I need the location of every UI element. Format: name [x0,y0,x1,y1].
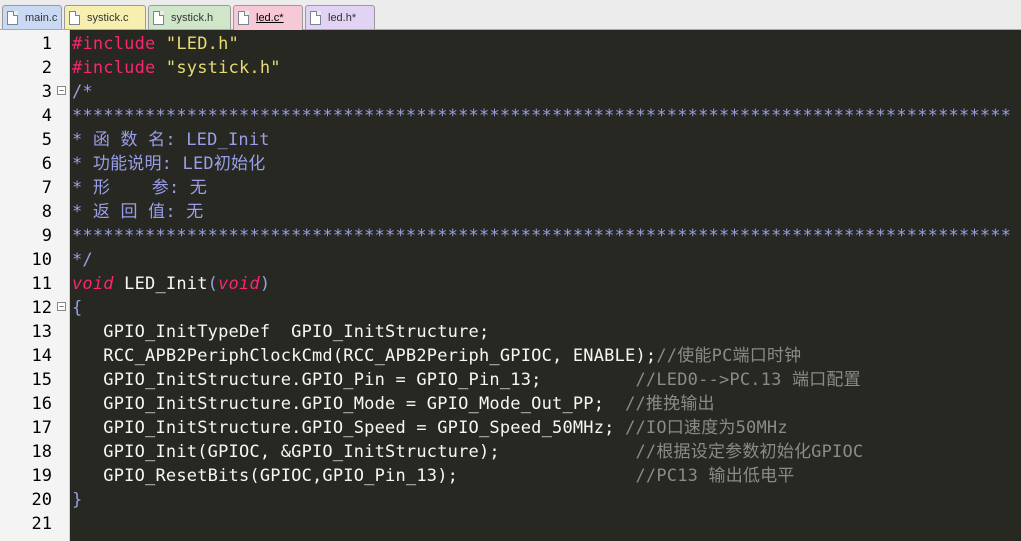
fold-toggle-icon[interactable]: − [57,302,66,311]
code-line-20: } [72,490,83,510]
line-number: 17 [31,418,52,438]
line-number: 21 [31,514,52,534]
line-number: 18 [31,442,52,462]
code-line-7: * 形 参: 无 [72,178,208,198]
code-line-15: GPIO_InitStructure.GPIO_Pin = GPIO_Pin_1… [72,370,861,390]
code-line-11: void LED_Init(void) [72,274,271,294]
file-tab-bar: main.c systick.c systick.h led.c* led.h* [0,0,1021,30]
tab-label: systick.h [171,11,214,24]
line-number: 14 [31,346,52,366]
code-editor[interactable]: #include "LED.h" #include "systick.h" /*… [72,30,1021,541]
line-number: 10 [31,250,52,270]
tab-label: led.h* [328,11,357,24]
tab-systick-h[interactable]: systick.h [148,5,231,29]
tab-main-c[interactable]: main.c [2,5,62,29]
line-number: 9 [41,226,52,246]
code-line-2: #include "systick.h" [72,58,281,78]
tab-label: main.c [25,11,58,24]
line-number: 7 [41,178,52,198]
line-number: 4 [41,106,52,126]
code-line-6: * 功能说明: LED初始化 [72,154,266,174]
tab-led-h[interactable]: led.h* [305,5,375,29]
code-line-17: GPIO_InitStructure.GPIO_Speed = GPIO_Spe… [72,418,788,438]
fold-toggle-icon[interactable]: − [57,86,66,95]
code-line-8: * 返 回 值: 无 [72,202,204,222]
code-line-13: GPIO_InitTypeDef GPIO_InitStructure; [72,322,490,342]
line-number: 12 [31,298,52,318]
file-icon [238,11,249,25]
line-number: 6 [41,154,52,174]
code-line-5: * 函 数 名: LED_Init [72,130,270,150]
line-number: 15 [31,370,52,390]
line-number: 11 [31,274,52,294]
code-line-16: GPIO_InitStructure.GPIO_Mode = GPIO_Mode… [72,394,715,414]
line-number: 16 [31,394,52,414]
code-line-9: ****************************************… [72,226,1012,246]
line-number: 20 [31,490,52,510]
line-number: 8 [41,202,52,222]
file-icon [310,10,321,25]
code-line-14: RCC_APB2PeriphClockCmd(RCC_APB2Periph_GP… [72,346,802,366]
code-line-12: { [72,298,83,318]
tab-led-c[interactable]: led.c* [233,5,303,30]
line-number: 1 [41,34,52,54]
line-number-gutter: 1 2 3 4 5 6 7 8 9 10 11 12 13 14 15 16 1… [0,30,70,541]
code-line-10: */ [72,250,93,270]
line-number: 5 [41,130,52,150]
line-number: 13 [31,322,52,342]
file-icon [153,10,164,25]
code-line-1: #include "LED.h" [72,34,239,54]
code-line-3: /* [72,82,93,102]
line-number: 3 [41,82,52,102]
line-number: 2 [41,58,52,78]
file-icon [69,10,80,25]
tab-label: led.c* [256,12,284,24]
file-icon [7,10,18,25]
tab-systick-c[interactable]: systick.c [64,5,146,29]
line-number: 19 [31,466,52,486]
code-line-19: GPIO_ResetBits(GPIOC,GPIO_Pin_13); //PC1… [72,466,795,486]
code-line-4: ****************************************… [72,106,1012,126]
code-line-18: GPIO_Init(GPIOC, &GPIO_InitStructure); /… [72,442,864,462]
tab-label: systick.c [87,11,129,24]
